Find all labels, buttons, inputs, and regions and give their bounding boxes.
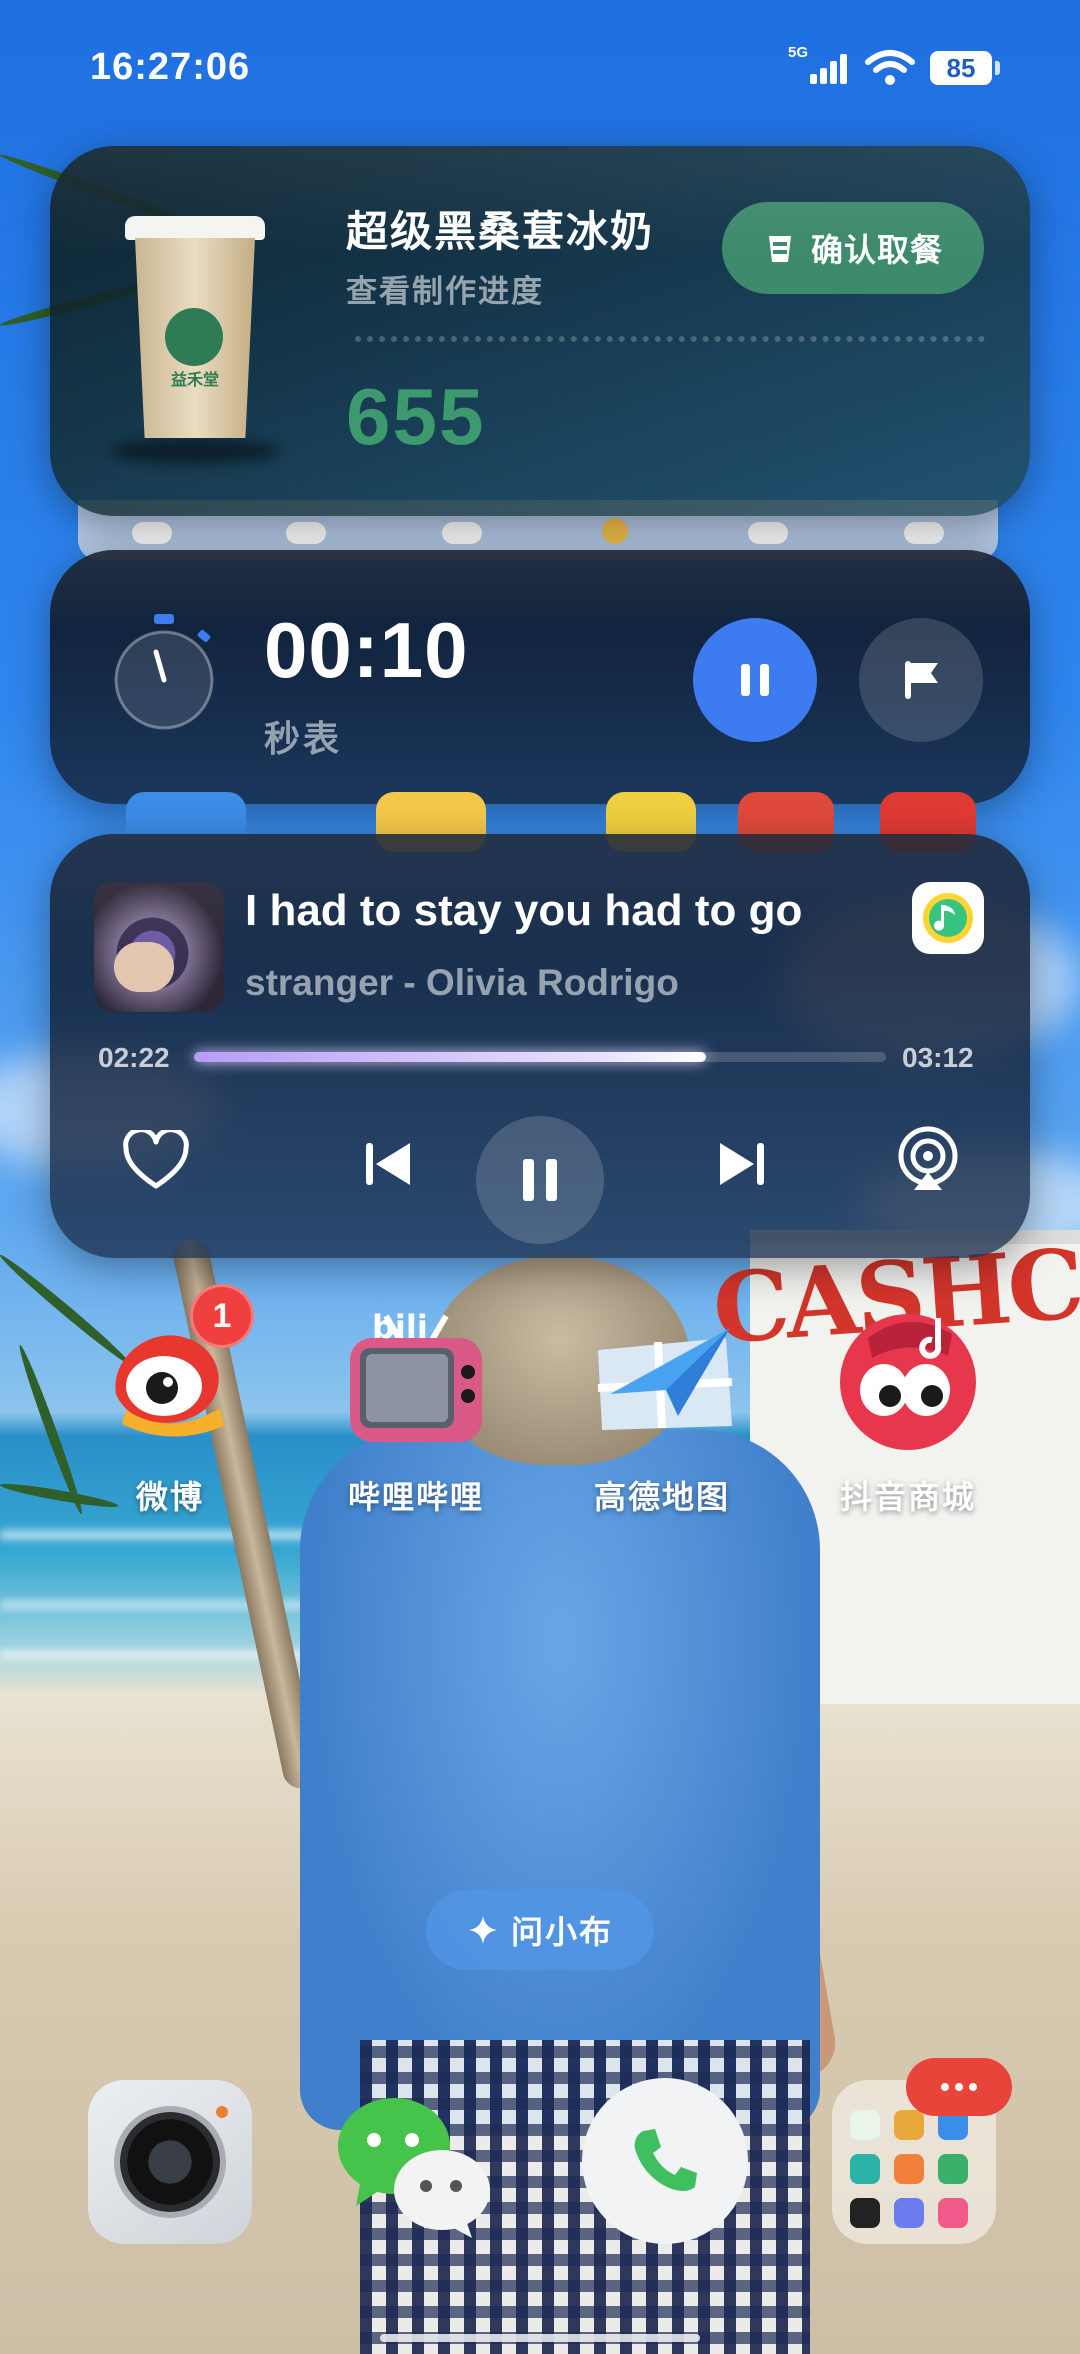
cast-icon [898, 1126, 958, 1190]
app-label: 微博 [135, 1479, 204, 1515]
sun-icon [602, 518, 628, 544]
weibo-icon: 1 [90, 1284, 254, 1458]
progress-dots [355, 336, 985, 342]
album-art[interactable] [94, 882, 224, 1012]
like-button[interactable] [116, 1120, 196, 1200]
qq-music-icon[interactable] [912, 882, 984, 954]
app-label: 抖音商城 [839, 1479, 976, 1515]
phone-icon[interactable] [582, 2078, 748, 2244]
stopwatch-label: 秒表 [264, 718, 343, 759]
skip-next-icon [720, 1143, 764, 1185]
drink-cup-image: 益禾堂 [125, 216, 265, 446]
sparkle-icon [468, 1916, 497, 1944]
playback-position: 02:22 [98, 1042, 170, 1073]
cloud-icon [904, 522, 944, 544]
pause-icon [741, 664, 769, 696]
app-label: 高德地图 [593, 1479, 730, 1515]
battery-icon: 85 [930, 51, 1000, 85]
wallpaper-person [300, 1430, 820, 2130]
app-label: 哔哩哔哩 [347, 1479, 484, 1515]
next-track-button[interactable] [702, 1124, 782, 1204]
amap-icon [582, 1298, 742, 1458]
audio-output-button[interactable] [888, 1120, 968, 1200]
brand-logo-icon [165, 308, 223, 366]
confirm-pickup-button[interactable]: 确认取餐 [722, 202, 984, 294]
pickup-code: 655 [346, 372, 486, 461]
camera-icon[interactable] [88, 2080, 252, 2244]
order-product-name: 超级黑桑葚冰奶 [346, 208, 655, 255]
cellular-signal-icon: 5G [788, 44, 850, 88]
home-indicator[interactable] [380, 2334, 700, 2342]
clock: 16:27:06 [90, 46, 251, 88]
stopwatch-live-card[interactable]: 00:10 秒表 [50, 550, 1030, 804]
network-type: 5G [788, 44, 809, 61]
status-icons: 5G 85 [788, 44, 1000, 88]
app-bilibili[interactable]: bili 哔哩哔哩 [316, 1298, 516, 1518]
stopwatch-lap-button[interactable] [859, 618, 983, 742]
previous-track-button[interactable] [348, 1124, 428, 1204]
song-artist: stranger - Olivia Rodrigo [245, 962, 679, 1003]
playback-progress-fill [194, 1052, 707, 1062]
track-duration: 03:12 [902, 1042, 974, 1073]
wechat-icon[interactable] [330, 2080, 494, 2244]
order-subtitle[interactable]: 查看制作进度 [346, 266, 544, 311]
stopwatch-icon [114, 614, 214, 730]
app-weibo[interactable]: 1 微博 [70, 1284, 270, 1518]
battery-level: 85 [930, 51, 992, 85]
assistant-label: 问小布 [510, 1914, 613, 1950]
assistant-button[interactable]: 问小布 [426, 1890, 654, 1970]
flag-icon [905, 661, 938, 699]
playback-progress-bar[interactable] [194, 1052, 886, 1062]
song-title: I had to stay you had to go [245, 886, 803, 935]
confirm-pickup-label: 确认取餐 [810, 232, 943, 268]
notification-badge: 1 [190, 1284, 254, 1348]
app-amap[interactable]: 高德地图 [562, 1298, 762, 1518]
cloud-icon [748, 522, 788, 544]
bilibili-icon: bili [336, 1298, 496, 1458]
cloud-icon [132, 522, 172, 544]
music-live-card[interactable]: I had to stay you had to go stranger - O… [50, 834, 1030, 1258]
hidden-app-row [90, 782, 990, 852]
more-options-icon[interactable] [906, 2058, 1012, 2116]
svg-text:bili: bili [372, 1308, 428, 1346]
cloud-icon [442, 522, 482, 544]
stopwatch-time: 00:10 [264, 606, 469, 694]
heart-icon [123, 1130, 189, 1189]
play-pause-button[interactable] [476, 1116, 604, 1244]
order-live-card[interactable]: 益禾堂 超级黑桑葚冰奶 查看制作进度 655 确认取餐 [50, 146, 1030, 516]
cloud-icon [286, 522, 326, 544]
wifi-icon [865, 50, 915, 85]
douyin-mall-icon [828, 1298, 988, 1458]
drink-cup-icon [768, 236, 791, 262]
app-douyin-mall[interactable]: 抖音商城 [808, 1298, 1008, 1518]
pause-icon [523, 1159, 557, 1201]
status-bar: 16:27:06 5G 85 [0, 0, 1080, 140]
stopwatch-pause-button[interactable] [693, 618, 817, 742]
skip-previous-icon [366, 1143, 410, 1185]
brand-logo-text: 益禾堂 [170, 372, 219, 389]
